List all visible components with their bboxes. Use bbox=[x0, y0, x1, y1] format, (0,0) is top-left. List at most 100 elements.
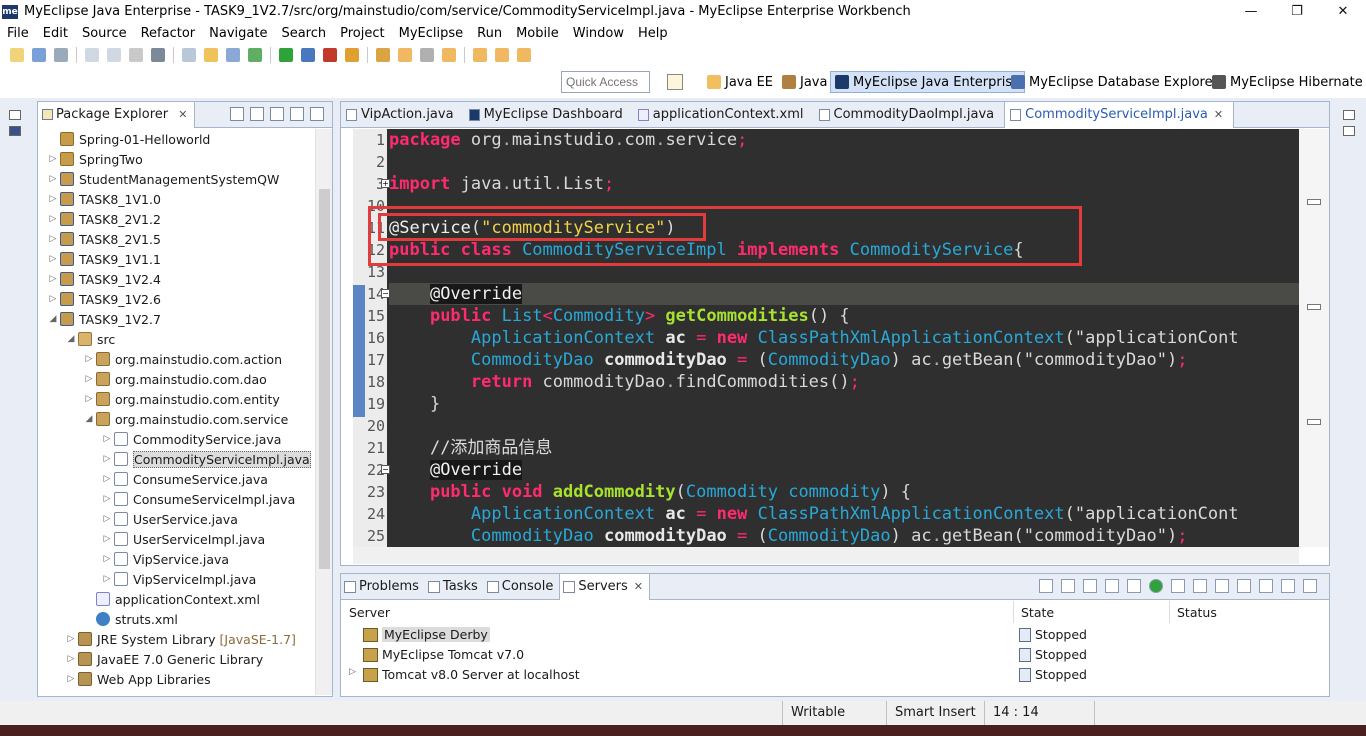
editor-tab-commodityserviceimpl-java[interactable]: CommodityServiceImpl.java ✕ bbox=[1004, 102, 1235, 128]
tree-item[interactable]: ◢ TASK9_1V2.7 bbox=[38, 309, 314, 329]
maximize-button[interactable]: ❐ bbox=[1274, 0, 1320, 23]
perspective-myeclipse-database-explorer[interactable]: MyEclipse Database Explorer bbox=[1011, 71, 1218, 93]
toolbar-button-icon[interactable] bbox=[517, 48, 531, 62]
minimized-view-icon[interactable] bbox=[9, 126, 21, 136]
debug-server-icon[interactable] bbox=[1127, 579, 1141, 593]
chevron-right-icon[interactable]: ▷ bbox=[46, 274, 60, 284]
menu-source[interactable]: Source bbox=[75, 26, 134, 41]
editor-overview-ruler[interactable] bbox=[1299, 129, 1329, 547]
code-line[interactable]: import java.util.List; bbox=[389, 173, 1299, 195]
chevron-down-icon[interactable]: ◢ bbox=[46, 314, 60, 324]
toolbar-button-icon[interactable] bbox=[182, 48, 196, 62]
chevron-right-icon[interactable]: ▷ bbox=[82, 394, 96, 404]
tab-console[interactable]: Console bbox=[484, 574, 560, 600]
editor-tab-vipaction-java[interactable]: VipAction.java bbox=[341, 102, 464, 128]
editor-horizontal-scrollbar[interactable] bbox=[353, 547, 1299, 564]
chevron-right-icon[interactable]: ▷ bbox=[46, 174, 60, 184]
tree-item[interactable]: ▷ SpringTwo bbox=[38, 149, 314, 169]
chevron-right-icon[interactable]: ▷ bbox=[100, 554, 114, 564]
tree-item[interactable]: ▷ CommodityServiceImpl.java bbox=[38, 449, 314, 469]
chevron-right-icon[interactable]: ▷ bbox=[46, 194, 60, 204]
minimize-button[interactable]: — bbox=[1228, 0, 1274, 23]
toolbar-button-icon[interactable] bbox=[323, 48, 337, 62]
code-line[interactable]: ApplicationContext ac = new ClassPathXml… bbox=[389, 327, 1299, 349]
code-line[interactable]: //添加商品信息 bbox=[389, 437, 1299, 459]
minimize-view-icon[interactable] bbox=[290, 107, 304, 121]
stop-server-icon[interactable] bbox=[1193, 579, 1207, 593]
chevron-right-icon[interactable]: ▷ bbox=[100, 434, 114, 444]
code-line[interactable]: public List<Commodity> getCommodities() … bbox=[389, 305, 1299, 327]
toolbar-button-icon[interactable] bbox=[32, 48, 46, 62]
code-line[interactable]: ApplicationContext ac = new ClassPathXml… bbox=[389, 503, 1299, 525]
toolbar-button-icon[interactable] bbox=[226, 48, 240, 62]
toolbar-button-icon[interactable] bbox=[107, 48, 121, 62]
open-perspective-icon[interactable] bbox=[667, 74, 683, 90]
collapse-all-icon[interactable] bbox=[230, 107, 244, 121]
perspective-java-ee[interactable]: Java EE bbox=[707, 71, 773, 93]
toolbar-button-icon[interactable] bbox=[85, 48, 99, 62]
tree-item[interactable]: ▷ org.mainstudio.com.dao bbox=[38, 369, 314, 389]
editor-tab-commoditydaoimpl-java[interactable]: CommodityDaoImpl.java bbox=[814, 102, 1005, 128]
chevron-right-icon[interactable]: ▷ bbox=[100, 574, 114, 584]
menu-navigate[interactable]: Navigate bbox=[202, 26, 274, 41]
profile-server-icon[interactable] bbox=[1171, 579, 1185, 593]
perspective-java[interactable]: Java bbox=[782, 71, 827, 93]
code-line[interactable]: public void addCommodity(Commodity commo… bbox=[389, 481, 1299, 503]
chevron-right-icon[interactable]: ▷ bbox=[100, 534, 114, 544]
close-icon[interactable]: ✕ bbox=[1214, 108, 1223, 121]
start-server-icon[interactable] bbox=[1149, 579, 1163, 593]
chevron-right-icon[interactable]: ▷ bbox=[46, 234, 60, 244]
new-server-icon[interactable] bbox=[1083, 579, 1097, 593]
chevron-right-icon[interactable]: ▷ bbox=[100, 454, 114, 464]
toolbar-button-icon[interactable] bbox=[10, 48, 24, 62]
menu-search[interactable]: Search bbox=[274, 26, 333, 41]
code-line[interactable]: @Override bbox=[389, 283, 1299, 305]
tab-tasks[interactable]: Tasks bbox=[425, 574, 484, 600]
server-row[interactable]: MyEclipse Derby Stopped bbox=[341, 625, 1329, 645]
chevron-right-icon[interactable]: ▷ bbox=[64, 634, 78, 644]
chevron-right-icon[interactable]: ▷ bbox=[100, 514, 114, 524]
code-line[interactable]: return commodityDao.findCommodities(); bbox=[389, 371, 1299, 393]
delete-server-icon[interactable] bbox=[1105, 579, 1119, 593]
toolbar-button-icon[interactable] bbox=[279, 48, 293, 62]
tree-item[interactable]: ▷ TASK8_2V1.5 bbox=[38, 229, 314, 249]
tree-item[interactable]: ▷ org.mainstudio.com.action bbox=[38, 349, 314, 369]
menu-project[interactable]: Project bbox=[333, 26, 391, 41]
tree-item[interactable]: ▷ StudentManagementSystemQW bbox=[38, 169, 314, 189]
menu-edit[interactable]: Edit bbox=[36, 26, 75, 41]
tree-item[interactable]: ▷ TASK8_1V1.0 bbox=[38, 189, 314, 209]
tree-scrollbar[interactable] bbox=[315, 129, 332, 695]
chevron-right-icon[interactable]: ▷ bbox=[349, 667, 356, 677]
link-with-editor-icon[interactable] bbox=[250, 107, 264, 121]
minimized-view-icon[interactable] bbox=[1343, 126, 1355, 136]
chevron-right-icon[interactable]: ▷ bbox=[46, 154, 60, 164]
toolbar-button-icon[interactable] bbox=[376, 48, 390, 62]
close-icon[interactable]: ✕ bbox=[178, 108, 187, 121]
collapse-all-icon[interactable] bbox=[1039, 579, 1053, 593]
code-line[interactable]: @Override bbox=[389, 459, 1299, 481]
tree-item[interactable]: ◢ org.mainstudio.com.service bbox=[38, 409, 314, 429]
tree-item[interactable]: ▷ CommodityService.java bbox=[38, 429, 314, 449]
toolbar-button-icon[interactable] bbox=[495, 48, 509, 62]
toolbar-button-icon[interactable] bbox=[398, 48, 412, 62]
tree-item[interactable]: ▷ TASK8_2V1.2 bbox=[38, 209, 314, 229]
menu-refactor[interactable]: Refactor bbox=[134, 26, 203, 41]
chevron-right-icon[interactable]: ▷ bbox=[100, 494, 114, 504]
tree-item[interactable]: ◢ src bbox=[38, 329, 314, 349]
code-line[interactable]: CommodityDao commodityDao = (CommodityDa… bbox=[389, 525, 1299, 547]
expand-all-icon[interactable] bbox=[1061, 579, 1075, 593]
tree-item[interactable]: ▷ Web App Libraries bbox=[38, 669, 314, 689]
toolbar-button-icon[interactable] bbox=[248, 48, 262, 62]
maximize-view-icon[interactable] bbox=[310, 107, 324, 121]
toolbar-button-icon[interactable] bbox=[473, 48, 487, 62]
tree-item[interactable]: struts.xml bbox=[38, 609, 314, 629]
toolbar-button-icon[interactable] bbox=[301, 48, 315, 62]
chevron-right-icon[interactable]: ▷ bbox=[46, 294, 60, 304]
close-button[interactable]: ✕ bbox=[1320, 0, 1366, 23]
menu-myeclipse[interactable]: MyEclipse bbox=[392, 26, 471, 41]
annotation-marker[interactable] bbox=[1307, 199, 1321, 205]
menu-window[interactable]: Window bbox=[566, 26, 631, 41]
close-icon[interactable]: ✕ bbox=[634, 580, 643, 593]
code-line[interactable]: CommodityDao commodityDao = (CommodityDa… bbox=[389, 349, 1299, 371]
chevron-down-icon[interactable]: ◢ bbox=[82, 414, 96, 424]
